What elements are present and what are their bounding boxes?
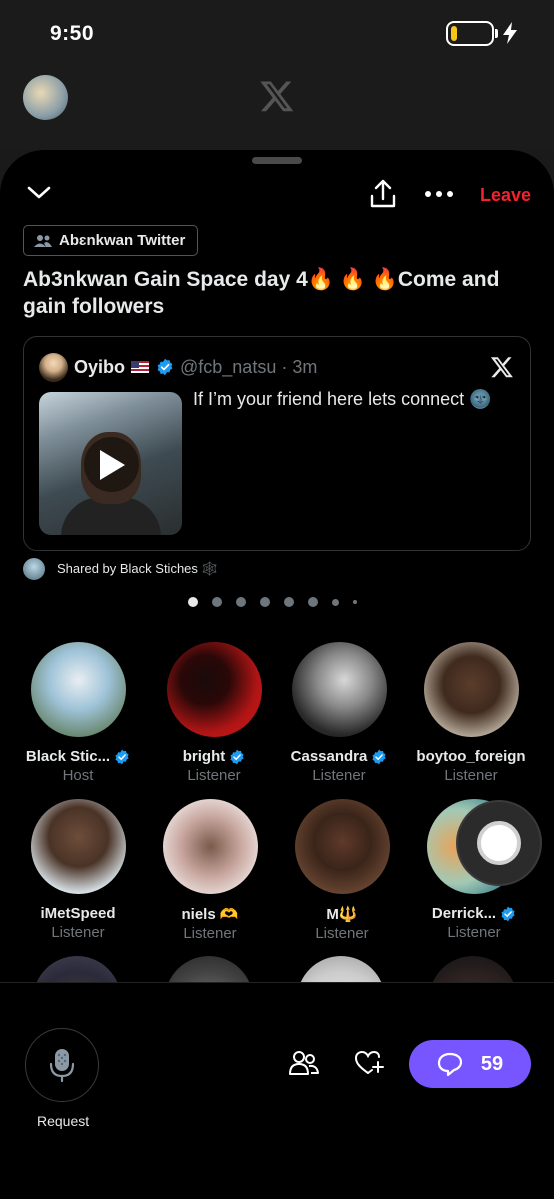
tweet-text: If I’m your friend here lets connect 🌚 — [193, 389, 492, 409]
participants-row-partial — [0, 956, 554, 982]
pager-dot[interactable] — [332, 598, 339, 606]
participant-role: Listener — [187, 767, 241, 784]
participant-avatar[interactable] — [429, 956, 517, 982]
sheet-grabber[interactable] — [252, 157, 302, 164]
pinned-pager[interactable] — [188, 597, 357, 607]
participant-name: boytoo_foreign — [416, 748, 526, 765]
participant-tile[interactable]: iMetSpeed Listener — [12, 799, 144, 941]
participant-tile[interactable]: niels 🫶 Listener — [144, 799, 276, 942]
participant-avatar[interactable] — [33, 956, 121, 982]
shared-by-text: Shared by Black Stiches 🕸️ — [57, 561, 218, 576]
pager-dot[interactable] — [308, 597, 318, 607]
participant-avatar[interactable] — [297, 956, 385, 982]
x-logo-icon — [260, 81, 294, 112]
participant-avatar[interactable] — [30, 642, 126, 737]
participant-role: Host — [62, 767, 94, 784]
participant-role: Listener — [312, 767, 366, 784]
verified-badge-icon — [501, 906, 515, 921]
pager-dot[interactable] — [284, 597, 294, 607]
verified-badge-icon — [230, 749, 244, 764]
pager-dot[interactable] — [212, 597, 222, 607]
tweet-author-avatar[interactable] — [39, 353, 68, 382]
participant-tile[interactable]: Black Stic... Host — [12, 642, 144, 784]
profile-avatar[interactable] — [23, 75, 68, 120]
assistive-touch-button[interactable] — [456, 800, 542, 886]
participant-name: Derrick... — [408, 905, 540, 922]
participant-avatar[interactable] — [162, 799, 258, 894]
community-name: Abɛnkwan Twitter — [59, 232, 186, 249]
participant-name: M🔱 — [326, 906, 358, 923]
participant-tile[interactable]: boytoo_foreign Listener — [405, 642, 537, 784]
microphone-icon — [49, 1049, 75, 1083]
request-label: Request — [37, 1113, 90, 1129]
sharer-avatar — [23, 558, 45, 580]
participant-role: Listener — [51, 924, 105, 941]
verified-badge-icon — [372, 749, 386, 764]
status-bar: 9:50 — [0, 0, 554, 70]
space-bottom-bar: Request 59 — [0, 982, 554, 1199]
share-icon[interactable] — [368, 178, 398, 210]
pinned-tweet-card[interactable]: Oyibo @fcb_natsu · 3m If I’m your friend… — [23, 336, 531, 551]
app-header — [0, 70, 554, 150]
participant-avatar[interactable] — [166, 642, 262, 737]
chevron-down-icon[interactable] — [26, 184, 52, 202]
x-logo-icon — [490, 357, 513, 378]
us-flag-icon — [131, 361, 149, 373]
participant-name: Cassandra — [273, 748, 405, 765]
shared-by-row[interactable]: Shared by Black Stiches 🕸️ — [23, 558, 218, 580]
battery-icon — [446, 21, 494, 46]
more-icon[interactable] — [424, 190, 454, 198]
participant-role: Listener — [183, 925, 237, 942]
participant-tile[interactable]: M🔱 Listener — [276, 799, 408, 942]
tweet-video-thumbnail[interactable] — [39, 392, 182, 535]
people-icon[interactable] — [289, 1050, 319, 1076]
tweet-author-name[interactable]: Oyibo — [74, 357, 125, 378]
comment-count: 59 — [480, 1052, 504, 1075]
tweet-handle: @fcb_natsu · 3m — [180, 357, 318, 377]
participant-avatar[interactable] — [294, 799, 390, 894]
participant-avatar[interactable] — [30, 799, 126, 894]
participant-name: niels 🫶 — [181, 906, 239, 923]
comments-button[interactable]: 59 — [409, 1040, 531, 1088]
status-time: 9:50 — [50, 22, 95, 45]
community-icon — [34, 234, 52, 247]
pager-dot[interactable] — [260, 597, 270, 607]
participant-tile[interactable]: bright Listener — [148, 642, 280, 784]
participant-avatar[interactable] — [423, 642, 519, 737]
participant-role: Listener — [447, 924, 501, 941]
participant-role: Listener — [444, 767, 498, 784]
space-title: Ab3nkwan Gain Space day 4🔥 🔥 🔥Come and g… — [23, 268, 500, 318]
participant-avatar[interactable] — [165, 956, 253, 982]
pager-dot[interactable] — [353, 600, 357, 604]
participant-name: Black Stic... — [12, 748, 144, 765]
play-icon[interactable] — [84, 437, 139, 492]
leave-button[interactable]: Leave — [480, 185, 531, 206]
verified-badge-icon — [157, 358, 173, 376]
assistive-touch-inner — [477, 821, 521, 865]
pager-dot[interactable] — [188, 597, 198, 607]
charging-bolt-icon — [503, 22, 517, 44]
participant-tile[interactable]: Cassandra Listener — [273, 642, 405, 784]
pager-dot[interactable] — [236, 597, 246, 607]
participant-role: Listener — [315, 925, 369, 942]
participant-name: bright — [148, 748, 280, 765]
verified-badge-icon — [115, 749, 129, 764]
community-tag[interactable]: Abɛnkwan Twitter — [23, 225, 199, 256]
heart-plus-icon[interactable] — [354, 1050, 384, 1076]
battery-tip — [495, 29, 498, 38]
request-mic-button[interactable] — [25, 1028, 99, 1102]
participant-name: iMetSpeed — [40, 905, 116, 922]
comment-icon — [437, 1052, 462, 1076]
participant-avatar[interactable] — [291, 642, 387, 737]
